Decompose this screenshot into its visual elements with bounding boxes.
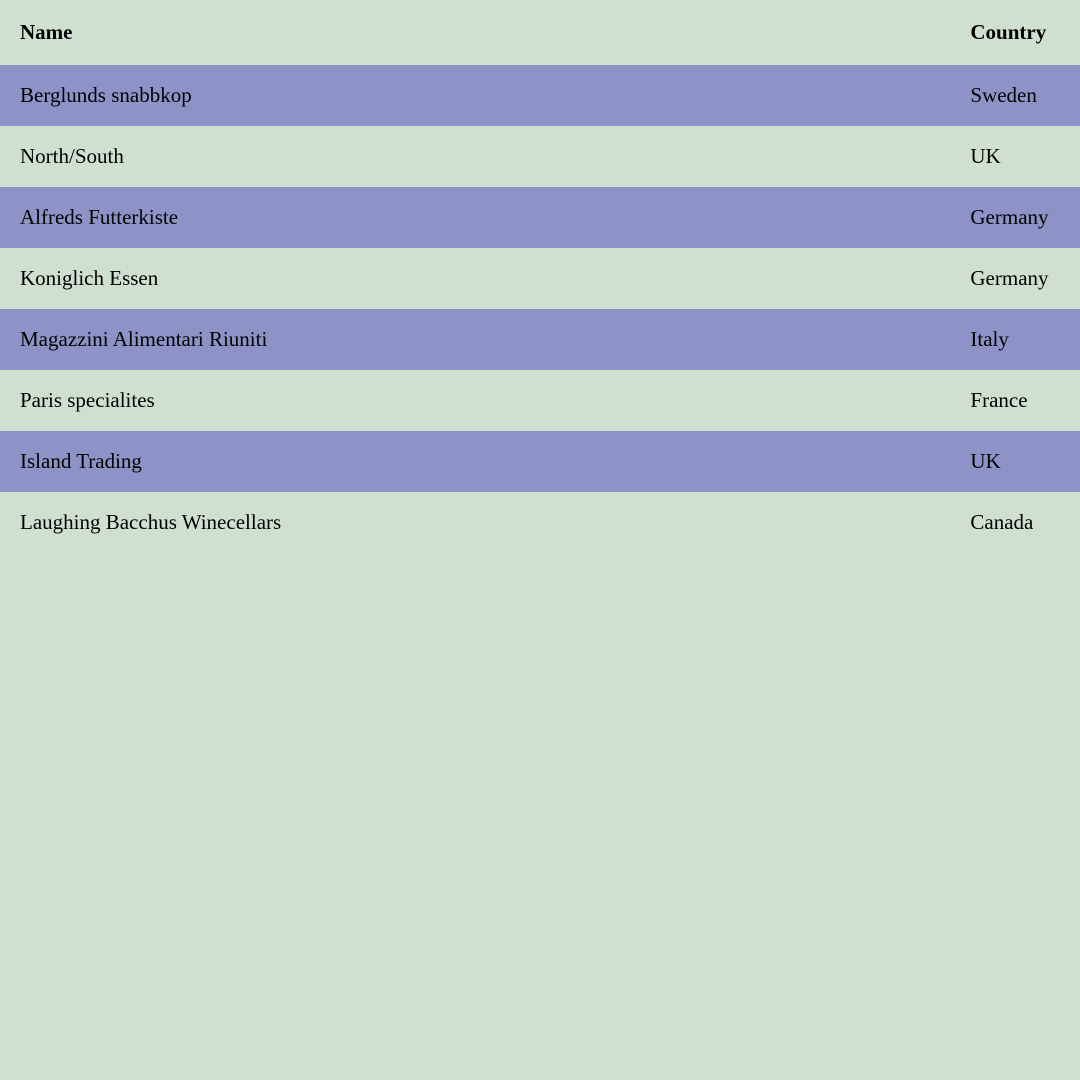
table-row: Paris specialites France bbox=[0, 370, 1080, 431]
table-row: Berglunds snabbkop Sweden bbox=[0, 65, 1080, 126]
cell-country: UK bbox=[950, 431, 1080, 492]
cell-name: Laughing Bacchus Winecellars bbox=[0, 492, 950, 553]
cell-country: Germany bbox=[950, 248, 1080, 309]
cell-country: UK bbox=[950, 126, 1080, 187]
cell-name: Alfreds Futterkiste bbox=[0, 187, 950, 248]
table-row: Koniglich Essen Germany bbox=[0, 248, 1080, 309]
cell-country: Germany bbox=[950, 187, 1080, 248]
table-row: North/South UK bbox=[0, 126, 1080, 187]
cell-name: Koniglich Essen bbox=[0, 248, 950, 309]
header-name: Name bbox=[0, 0, 950, 65]
cell-name: Magazzini Alimentari Riuniti bbox=[0, 309, 950, 370]
cell-name: North/South bbox=[0, 126, 950, 187]
cell-name: Berglunds snabbkop bbox=[0, 65, 950, 126]
table-row: Magazzini Alimentari Riuniti Italy bbox=[0, 309, 1080, 370]
cell-country: France bbox=[950, 370, 1080, 431]
header-country: Country bbox=[950, 0, 1080, 65]
table-row: Island Trading UK bbox=[0, 431, 1080, 492]
table-header-row: Name Country bbox=[0, 0, 1080, 65]
cell-country: Sweden bbox=[950, 65, 1080, 126]
cell-name: Island Trading bbox=[0, 431, 950, 492]
table-row: Alfreds Futterkiste Germany bbox=[0, 187, 1080, 248]
cell-country: Canada bbox=[950, 492, 1080, 553]
cell-name: Paris specialites bbox=[0, 370, 950, 431]
customers-table: Name Country Berglunds snabbkop Sweden N… bbox=[0, 0, 1080, 553]
table-row: Laughing Bacchus Winecellars Canada bbox=[0, 492, 1080, 553]
cell-country: Italy bbox=[950, 309, 1080, 370]
